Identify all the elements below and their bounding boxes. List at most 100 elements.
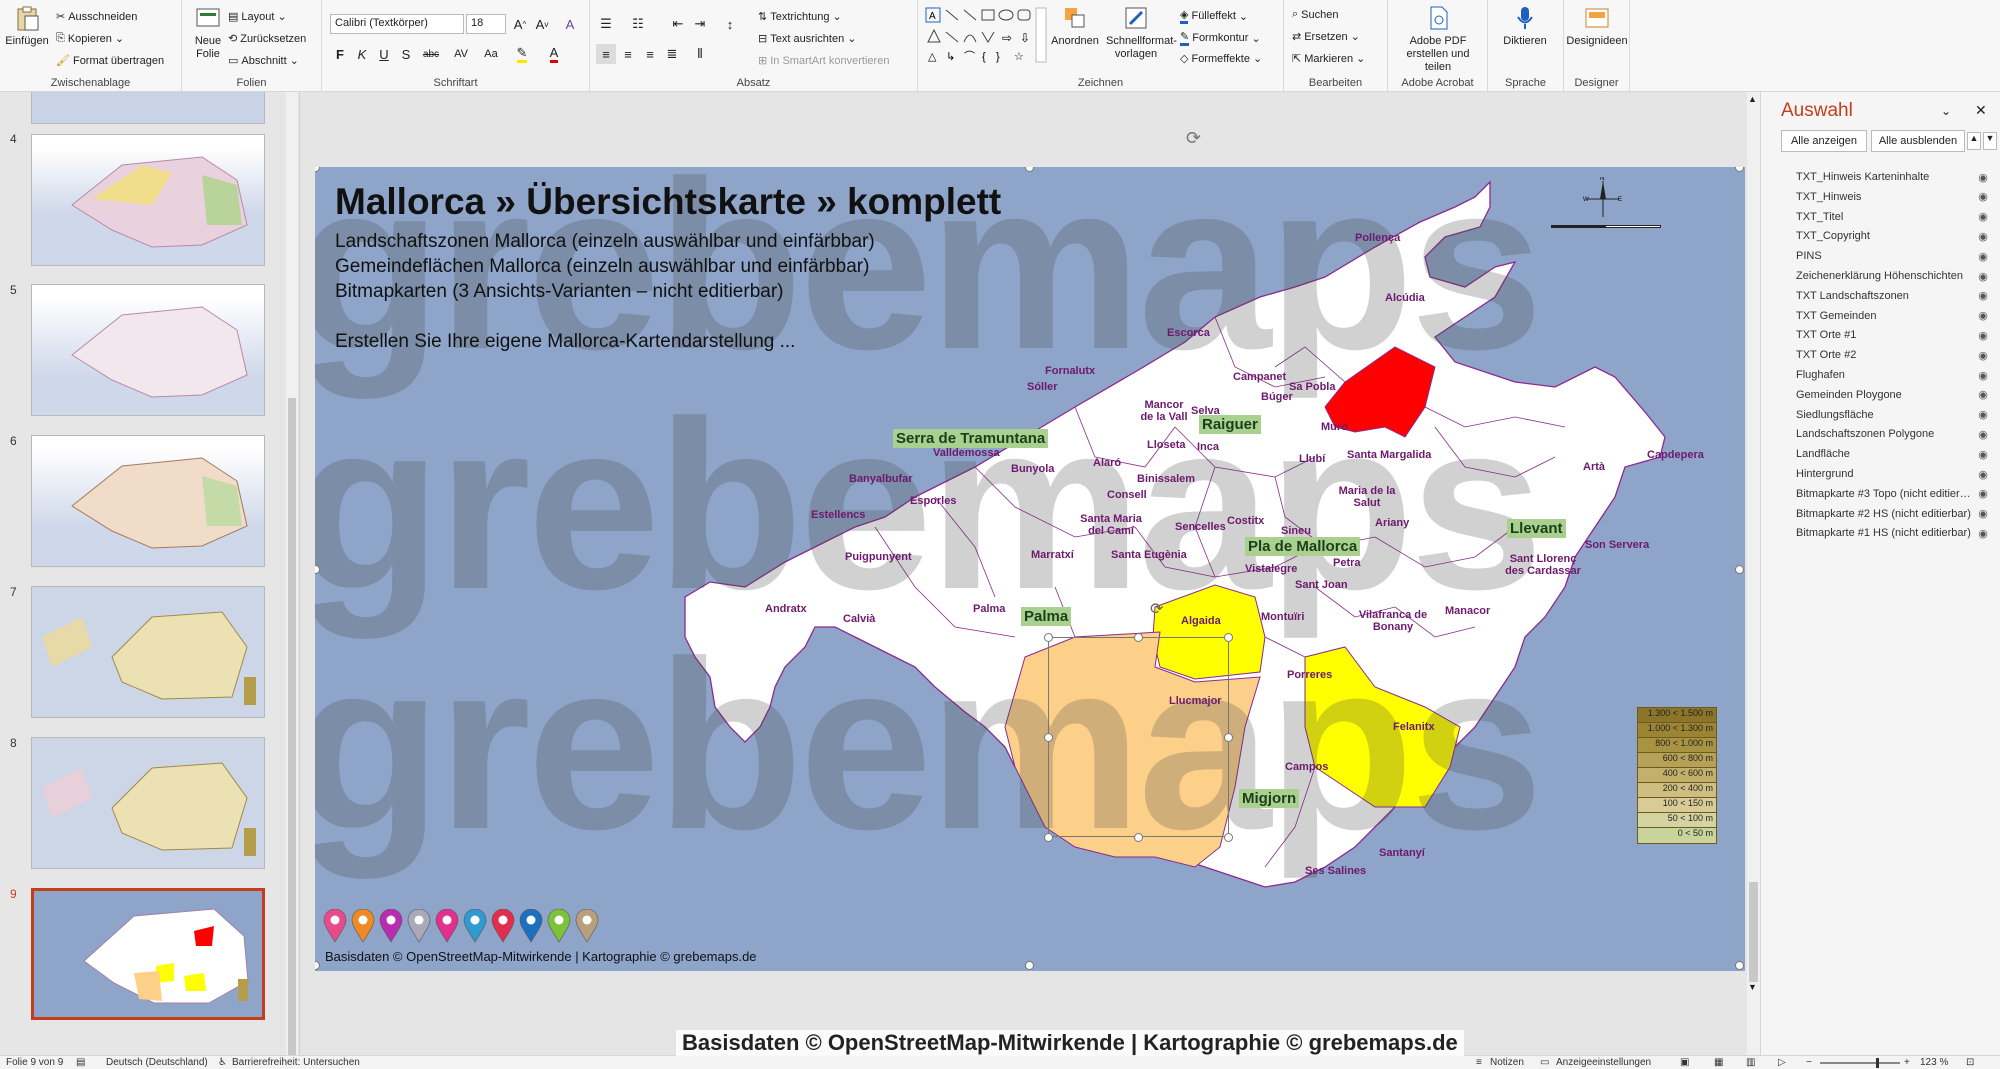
town-label[interactable]: Santa Eugènia [1111,549,1187,561]
font-family-select[interactable]: Calibri (Textkörper) [330,14,464,34]
visibility-eye-icon[interactable]: ◉ [1975,448,1991,461]
notes-button[interactable]: Notizen [1490,1057,1524,1068]
town-label[interactable]: Campos [1285,761,1328,773]
selection-item[interactable]: Hintergrund ◉ [1796,465,1991,483]
move-down-icon[interactable]: ▼ [1983,132,1997,150]
bullets-button[interactable]: ☰ [596,14,616,34]
shape-outline-button[interactable]: ✎ Formkontur ⌄ [1180,30,1261,46]
grow-font-button[interactable]: A ^ [510,14,530,34]
town-label[interactable]: Alcúdia [1385,292,1425,304]
quick-styles-button[interactable]: Schnellformat-vorlagen [1104,4,1177,61]
town-label[interactable]: Costitx [1227,515,1264,527]
town-label[interactable]: Valldemossa [933,447,1000,459]
spacing-button[interactable]: AV [448,44,474,64]
display-settings-button[interactable]: Anzeigeeinstellungen [1556,1057,1651,1068]
town-label[interactable]: Binissalem [1137,473,1195,485]
case-button[interactable]: Aa [478,44,504,64]
town-label[interactable]: Consell [1107,489,1147,501]
resize-handle[interactable] [1134,633,1143,642]
slide-thumbnail-partial[interactable] [31,92,265,124]
visibility-eye-icon[interactable]: ◉ [1975,388,1991,401]
zoom-slider-thumb[interactable] [1876,1058,1879,1068]
chevron-down-icon[interactable]: ⌄ [1941,104,1951,118]
selection-item[interactable]: TXT_Hinweis ◉ [1796,188,1991,206]
visibility-eye-icon[interactable]: ◉ [1975,230,1991,243]
visibility-eye-icon[interactable]: ◉ [1975,289,1991,302]
visibility-eye-icon[interactable]: ◉ [1975,369,1991,382]
section-button[interactable]: ▭ Abschnitt ⌄ [228,54,299,68]
visibility-eye-icon[interactable]: ◉ [1975,527,1991,540]
slide-count[interactable]: Folie 9 von 9 [6,1057,63,1068]
normal-view-icon[interactable]: ▣ [1680,1057,1689,1068]
visibility-eye-icon[interactable]: ◉ [1975,329,1991,342]
town-label[interactable]: Petra [1333,557,1361,569]
close-icon[interactable]: ✕ [1975,102,1987,119]
slide-line-1[interactable]: Landschaftszonen Mallorca (einzeln auswä… [335,231,875,253]
columns-button[interactable]: ⫴ [690,44,710,64]
fit-slide-icon[interactable]: ⊡ [1966,1057,1974,1068]
selection-item[interactable]: Gemeinden Ploygone ◉ [1796,386,1991,404]
map-pin-icon[interactable] [379,909,403,943]
map-pin-icon[interactable] [407,909,431,943]
clear-format-button[interactable]: A [560,14,580,34]
slideshow-icon[interactable]: ▷ [1778,1057,1786,1068]
selection-item[interactable]: TXT Orte #2 ◉ [1796,346,1991,364]
town-label[interactable]: Pollença [1355,232,1400,244]
map-pin-icon[interactable] [547,909,571,943]
town-label[interactable]: Selva [1191,405,1220,417]
selection-item[interactable]: TXT Landschaftszonen ◉ [1796,287,1991,305]
shapes-gallery[interactable]: A ⇨ ⇩ △ ↳ ⌒ {} ☆ [924,6,1050,64]
map-pin-icon[interactable] [435,909,459,943]
shape-fill-button[interactable]: ◈ Fülleffekt ⌄ [1180,8,1248,24]
town-label[interactable]: Sant Llorenç des Cardassar [1503,553,1583,577]
town-label[interactable]: Estellencs [811,509,865,521]
strikethrough-button[interactable]: S [396,44,416,64]
smartart-button[interactable]: ⊞ In SmartArt konvertieren [758,54,889,68]
slide-line-2[interactable]: Gemeindeflächen Mallorca (einzeln auswäh… [335,256,869,278]
display-settings-icon[interactable]: ▭ [1540,1057,1549,1068]
town-label[interactable]: Sant Joan [1295,579,1348,591]
select-button[interactable]: ⇱ Markieren ⌄ [1292,52,1365,66]
reading-view-icon[interactable]: ▥ [1746,1057,1755,1068]
canvas-scroll-thumb[interactable] [1749,882,1758,982]
increase-indent-button[interactable]: ⇥ [690,14,710,34]
town-label[interactable]: Algaida [1181,615,1221,627]
font-color-button[interactable]: A [544,44,564,64]
visibility-eye-icon[interactable]: ◉ [1975,250,1991,263]
town-label[interactable]: Marratxí [1031,549,1074,561]
selection-item[interactable]: PINS ◉ [1796,247,1991,265]
town-label[interactable]: Bunyola [1011,463,1054,475]
town-label[interactable]: Vistalegre [1245,563,1297,575]
selection-item[interactable]: Flughafen ◉ [1796,366,1991,384]
zoom-level[interactable]: 123 % [1920,1057,1948,1068]
town-label[interactable]: Sencelles [1175,521,1226,533]
shadow-button[interactable]: abc [418,44,444,64]
italic-button[interactable]: K [352,44,372,64]
slide-thumbnail-5[interactable] [31,284,265,416]
selection-item[interactable]: Siedlungsfläche ◉ [1796,406,1991,424]
resize-handle[interactable] [1044,833,1053,842]
slide-cta[interactable]: Erstellen Sie Ihre eigene Mallorca-Karte… [335,331,795,353]
canvas-scroll-up-icon[interactable]: ▲ [1748,94,1757,104]
align-left-button[interactable]: ≡ [596,44,616,64]
map-pin-icon[interactable] [323,909,347,943]
town-label[interactable]: Alaró [1093,457,1121,469]
zone-label-palma[interactable]: Palma [1021,607,1072,626]
highlight-button[interactable]: ✎ [512,44,532,64]
zone-label-migjorn[interactable]: Migjorn [1239,789,1300,808]
town-label[interactable]: Sóller [1027,381,1058,393]
slide-resize-handle[interactable] [1735,565,1744,574]
copy-button[interactable]: ⎘ Kopieren ⌄ [56,32,124,45]
selection-item[interactable]: TXT Orte #1 ◉ [1796,326,1991,344]
notes-icon[interactable]: ≡ [1476,1057,1482,1068]
map-pin-icon[interactable] [351,909,375,943]
town-label[interactable]: Maria de la Salut [1337,485,1397,509]
zone-label-pla-de-mallorca[interactable]: Pla de Mallorca [1245,537,1361,556]
zoom-out-icon[interactable]: − [1806,1057,1812,1068]
town-label[interactable]: Capdepera [1647,449,1704,461]
line-spacing-button[interactable]: ↕ [720,14,740,34]
text-direction-button[interactable]: ⇅ Textrichtung ⌄ [758,10,842,24]
selection-item[interactable]: Landschaftszonen Polygone ◉ [1796,425,1991,443]
slide-thumbnail-9[interactable] [31,888,265,1020]
selection-item[interactable]: TXT_Titel ◉ [1796,208,1991,226]
